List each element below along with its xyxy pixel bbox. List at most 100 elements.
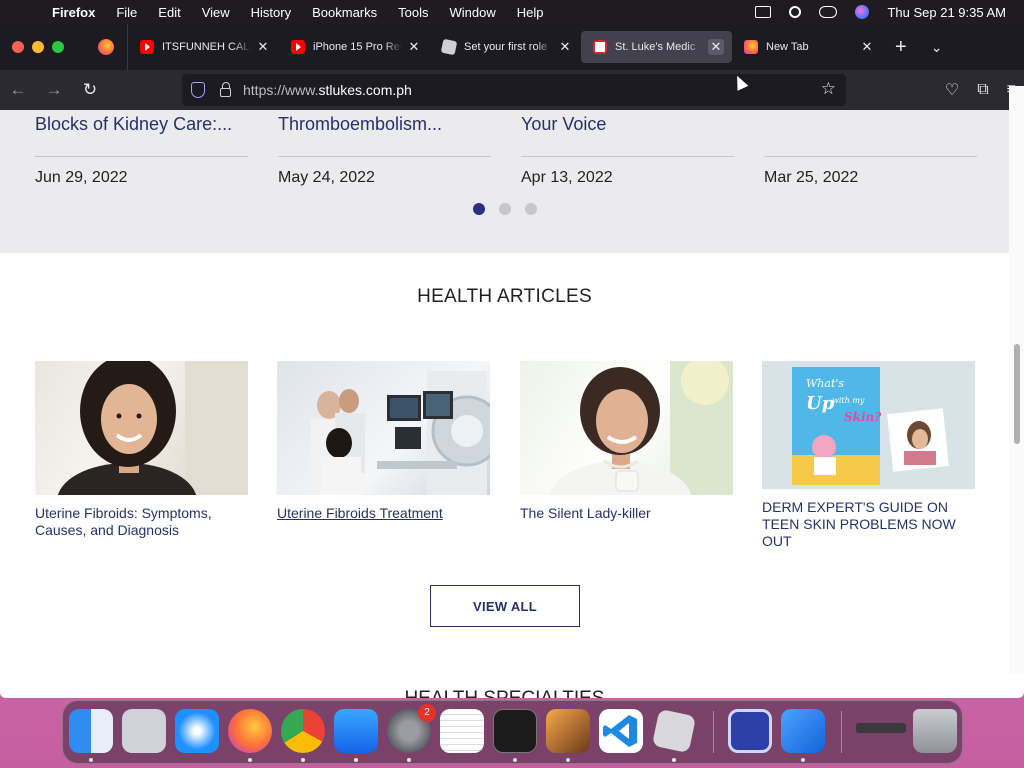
back-arrow-icon[interactable]: ← (0, 70, 36, 110)
app-store-icon[interactable] (334, 709, 378, 753)
firefox-icon (744, 40, 758, 54)
tab-stlukes[interactable]: St. Luke's Medic ✕ (581, 31, 732, 63)
article-card[interactable]: Uterine Fibroids: Symptoms, Causes, and … (35, 361, 248, 539)
lock-icon[interactable] (220, 81, 231, 97)
firefox-icon[interactable] (228, 709, 272, 753)
scrollbar-thumb[interactable] (1014, 344, 1020, 444)
roblox-studio-icon[interactable] (651, 708, 697, 754)
lab-scene-illustration (311, 371, 490, 495)
carousel-dot-1[interactable] (473, 203, 485, 215)
article-card[interactable]: Uterine Fibroids Treatment (277, 361, 490, 522)
running-indicator (89, 758, 93, 762)
url-text[interactable]: https://www.stlukes.com.ph (243, 82, 412, 98)
firefox-icon (97, 39, 114, 55)
article-card[interactable]: The Silent Lady-killer (520, 361, 733, 522)
menu-help[interactable]: Help (517, 5, 544, 20)
book-cover-illustration: What's Up with my Skin? (792, 367, 949, 485)
zoom-window-button[interactable] (52, 41, 64, 53)
close-tab-icon[interactable]: ✕ (255, 39, 271, 55)
trash-icon[interactable] (913, 709, 957, 753)
chrome-icon[interactable] (281, 709, 325, 753)
menu-file[interactable]: File (116, 5, 137, 20)
menu-history[interactable]: History (251, 5, 291, 20)
tab-bar: ITSFUNNEH CALL ✕ iPhone 15 Pro Rev ✕ Set… (0, 24, 1024, 70)
screen-mirroring-icon[interactable] (755, 6, 772, 18)
vscode-icon[interactable] (599, 709, 643, 753)
article-image-book-cover[interactable]: What's Up with my Skin? (762, 361, 975, 489)
safari-icon[interactable] (175, 709, 219, 753)
tab-iphone-review[interactable]: iPhone 15 Pro Rev ✕ (279, 24, 430, 70)
forward-arrow-icon[interactable]: → (36, 70, 72, 110)
menu-view[interactable]: View (202, 5, 230, 20)
article-card[interactable]: What's Up with my Skin? DERM EXPERT'S GU… (762, 361, 975, 550)
menu-edit[interactable]: Edit (158, 5, 180, 20)
view-all-button[interactable]: VIEW ALL (430, 585, 580, 627)
control-center-icon[interactable] (819, 6, 838, 18)
divider (764, 156, 977, 157)
running-indicator (566, 758, 570, 762)
xcode-icon[interactable] (781, 709, 825, 753)
address-bar[interactable]: https://www.stlukes.com.ph ☆ (182, 74, 846, 106)
siri-icon[interactable] (855, 5, 870, 19)
tab-roblox[interactable]: Set your first role ✕ (430, 24, 581, 70)
new-tab-plus-icon[interactable]: + (895, 36, 907, 59)
carousel-dot-3[interactable] (525, 203, 537, 215)
article-title[interactable]: DERM EXPERT'S GUIDE ON TEEN SKIN PROBLEM… (762, 499, 975, 550)
news-carousel: Blocks of Kidney Care:... Jun 29, 2022 T… (0, 110, 1009, 253)
minimize-window-button[interactable] (32, 41, 44, 53)
news-title[interactable]: Thromboembolism... (278, 114, 491, 135)
finder-icon[interactable] (69, 709, 113, 753)
woman-portrait-illustration (57, 361, 248, 495)
menu-window[interactable]: Window (450, 5, 496, 20)
close-tab-icon[interactable]: ✕ (859, 39, 875, 55)
tab-title: ITSFUNNEH CALL (162, 41, 251, 53)
garageband-guitar-icon[interactable] (546, 709, 590, 753)
page-scrollbar[interactable] (1009, 86, 1024, 674)
article-title[interactable]: The Silent Lady-killer (520, 505, 733, 522)
close-tab-icon[interactable]: ✕ (557, 39, 573, 55)
macos-menubar: Firefox File Edit View History Bookmarks… (0, 0, 1024, 24)
news-title[interactable]: Blocks of Kidney Care:... (35, 114, 248, 135)
extensions-puzzle-icon[interactable]: ⧉ (977, 81, 988, 99)
simulator-icon[interactable] (728, 709, 772, 753)
toolbar-right-buttons: ♡ ⧉ ≡ (945, 70, 1016, 110)
article-title[interactable]: Uterine Fibroids Treatment (277, 505, 490, 522)
news-date: Apr 13, 2022 (521, 169, 613, 186)
menu-bookmarks[interactable]: Bookmarks (312, 5, 377, 20)
spotlight-search-icon[interactable] (789, 6, 802, 18)
system-settings-icon[interactable]: 2 (387, 704, 436, 753)
menu-tools[interactable]: Tools (398, 5, 428, 20)
dock-separator (841, 711, 842, 753)
article-image-doctors-at-monitors[interactable] (277, 361, 490, 495)
launchpad-icon[interactable] (122, 709, 166, 753)
firefox-view-button[interactable] (84, 24, 128, 70)
tab-title: Set your first role (464, 41, 548, 53)
list-all-tabs-chevron-icon[interactable]: ⌄ (931, 39, 943, 56)
tab-itsfunneh[interactable]: ITSFUNNEH CALL ✕ (128, 24, 279, 70)
textedit-icon[interactable] (440, 709, 484, 753)
close-window-button[interactable] (12, 41, 24, 53)
terminal-icon[interactable] (493, 709, 537, 753)
bookmark-star-icon[interactable]: ☆ (821, 79, 836, 99)
reload-icon[interactable]: ↻ (72, 70, 108, 110)
article-image-older-woman[interactable] (520, 361, 733, 495)
dock-separator (713, 711, 714, 753)
menu-app-name[interactable]: Firefox (52, 5, 95, 20)
tab-title: New Tab (766, 41, 809, 53)
close-tab-icon[interactable]: ✕ (406, 39, 422, 55)
running-indicator (672, 758, 676, 762)
news-date: Jun 29, 2022 (35, 169, 128, 186)
tab-actions: + ⌄ (895, 36, 942, 59)
pocket-icon[interactable]: ♡ (945, 80, 959, 100)
close-tab-icon[interactable]: ✕ (708, 39, 724, 55)
carousel-dot-2[interactable] (499, 203, 511, 215)
tracking-protection-shield-icon[interactable] (191, 82, 205, 98)
divider (521, 156, 734, 157)
tab-new-tab[interactable]: New Tab ✕ (732, 24, 883, 70)
youtube-icon (291, 40, 305, 54)
menubar-clock[interactable]: Thu Sep 21 9:35 AM (887, 5, 1006, 20)
article-title[interactable]: Uterine Fibroids: Symptoms, Causes, and … (35, 505, 248, 539)
minimized-window-thumbnail[interactable] (856, 723, 906, 733)
article-image-smiling-woman[interactable] (35, 361, 248, 495)
news-title[interactable]: Your Voice (521, 114, 734, 135)
